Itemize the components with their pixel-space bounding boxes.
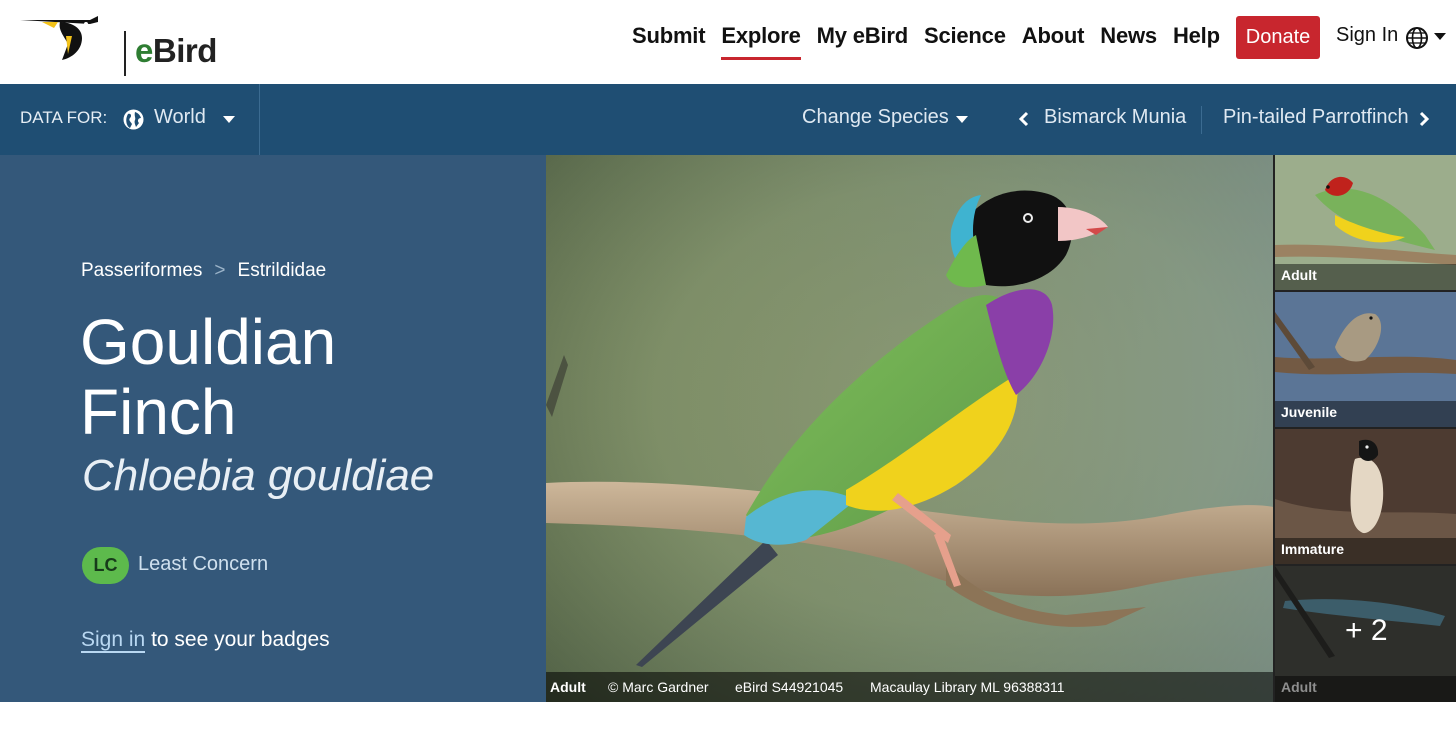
species-scientific-name: Chloebia gouldiae <box>82 451 435 500</box>
breadcrumb-family[interactable]: Estrildidae <box>238 260 327 282</box>
globe-icon[interactable] <box>1405 26 1429 50</box>
language-caret-icon[interactable] <box>1434 33 1446 40</box>
taxonomy-breadcrumb: Passeriformes > Estrildidae <box>81 260 326 282</box>
thumbnail-immature[interactable]: Immature <box>1275 429 1456 564</box>
region-select[interactable]: World <box>154 106 206 129</box>
nav-submit[interactable]: Submit <box>624 20 713 60</box>
nav-science[interactable]: Science <box>916 20 1014 60</box>
caption-age: Adult <box>550 679 586 695</box>
top-navigation: eBird Submit Explore My eBird Science Ab… <box>0 0 1456 84</box>
thumbnail-more[interactable]: + 2 Adult <box>1275 566 1456 702</box>
region-caret-icon[interactable] <box>223 116 235 123</box>
sign-in-badges-link[interactable]: Sign in <box>81 628 146 653</box>
change-species-caret-icon[interactable] <box>956 116 968 123</box>
world-globe-icon <box>123 109 144 130</box>
main-species-photo[interactable]: Adult © Marc Gardner eBird S44921045 Mac… <box>546 155 1273 702</box>
change-species-dropdown[interactable]: Change Species <box>802 106 949 129</box>
chevron-left-icon[interactable] <box>1018 110 1030 128</box>
sign-in-link[interactable]: Sign In <box>1336 24 1398 47</box>
thumbnail-adult[interactable]: Adult <box>1275 155 1456 290</box>
thumbnail-label: Adult <box>1281 679 1317 695</box>
species-nav-divider <box>1201 106 1202 134</box>
thumbnail-label: Immature <box>1281 541 1345 557</box>
next-species-link[interactable]: Pin-tailed Parrotfinch <box>1223 106 1409 129</box>
logo-divider <box>124 31 126 76</box>
conservation-badge: LC <box>82 547 129 584</box>
caption-library[interactable]: Macaulay Library ML 96388311 <box>870 672 1065 702</box>
thumbnail-label: Adult <box>1281 267 1317 283</box>
caption-credit[interactable]: © Marc Gardner <box>608 672 709 702</box>
photo-thumbnails: Adult Juvenile Immature + 2 Adult <box>1273 155 1456 702</box>
breadcrumb-order[interactable]: Passeriformes <box>81 260 202 282</box>
data-for-label: DATA FOR: <box>20 108 108 127</box>
nav-explore[interactable]: Explore <box>713 20 808 60</box>
chevron-right-icon[interactable] <box>1418 110 1430 128</box>
main-nav: Submit Explore My eBird Science About Ne… <box>624 20 1228 60</box>
nav-my-ebird[interactable]: My eBird <box>809 20 916 60</box>
ebird-logo[interactable]: eBird <box>20 14 217 76</box>
previous-species-link[interactable]: Bismarck Munia <box>1044 106 1186 129</box>
conservation-status[interactable]: Least Concern <box>138 553 268 576</box>
badges-prompt: Sign in to see your badges <box>81 628 330 653</box>
nav-help[interactable]: Help <box>1165 20 1228 60</box>
subbar-divider <box>259 84 260 155</box>
species-subbar: DATA FOR: World Change Species Bismarck … <box>0 84 1456 155</box>
ebird-bird-icon <box>20 16 98 60</box>
photo-caption: Adult © Marc Gardner eBird S44921045 Mac… <box>546 672 1273 702</box>
page-footer-space <box>0 702 1456 743</box>
more-photos-count: + 2 <box>1345 614 1388 647</box>
nav-about[interactable]: About <box>1014 20 1093 60</box>
badges-prompt-text: to see your badges <box>151 628 330 651</box>
species-info-panel: Passeriformes > Estrildidae Gouldian Fin… <box>0 155 546 702</box>
caption-checklist[interactable]: eBird S44921045 <box>735 672 843 702</box>
breadcrumb-separator: > <box>214 260 226 281</box>
brand-name: eBird <box>135 32 217 69</box>
nav-news[interactable]: News <box>1092 20 1165 60</box>
donate-button[interactable]: Donate <box>1236 16 1320 59</box>
species-common-name: Gouldian Finch <box>80 306 337 448</box>
thumbnail-label: Juvenile <box>1281 404 1338 420</box>
thumbnail-juvenile[interactable]: Juvenile <box>1275 292 1456 427</box>
gouldian-finch-image <box>546 155 1273 702</box>
